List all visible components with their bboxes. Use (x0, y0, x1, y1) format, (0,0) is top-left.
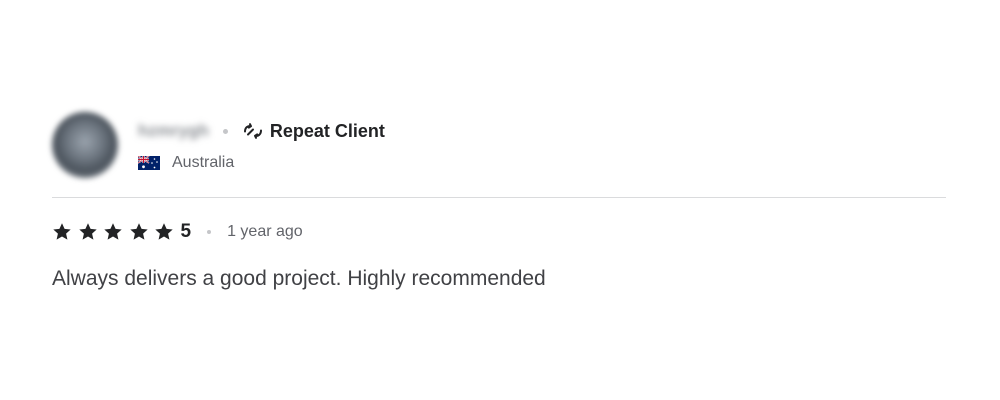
star-icon (78, 223, 97, 240)
star-icon (129, 223, 148, 240)
rating-row: 5 1 year ago (52, 220, 946, 244)
divider (52, 197, 946, 198)
repeat-client-label: Repeat Client (269, 120, 385, 141)
reviewer-header: hzmrygh Repeat Client Australia (52, 110, 946, 180)
star-icon (104, 223, 122, 240)
rating-value: 5 (180, 221, 192, 242)
review-text: Always delivers a good project. Highly r… (52, 267, 546, 290)
reviewer-username[interactable]: hzmrygh (138, 121, 209, 141)
reviewer-country: Australia (172, 154, 235, 171)
star-icon (155, 223, 173, 240)
repeat-icon (243, 123, 262, 139)
australia-flag-icon (138, 156, 160, 170)
separator-dot (222, 128, 228, 134)
reviewer-info: hzmrygh Repeat Client Australia (138, 117, 385, 173)
review-card: hzmrygh Repeat Client Australia 5 1 year… (52, 110, 946, 293)
reviewer-top-row: hzmrygh Repeat Client (138, 117, 385, 145)
star-rating (52, 222, 180, 242)
separator-dot (207, 230, 212, 234)
repeat-client-badge: Repeat Client (242, 121, 385, 142)
avatar[interactable] (52, 112, 118, 178)
star-icon (53, 223, 71, 240)
review-time: 1 year ago (227, 223, 303, 240)
country-row: Australia (138, 153, 385, 173)
